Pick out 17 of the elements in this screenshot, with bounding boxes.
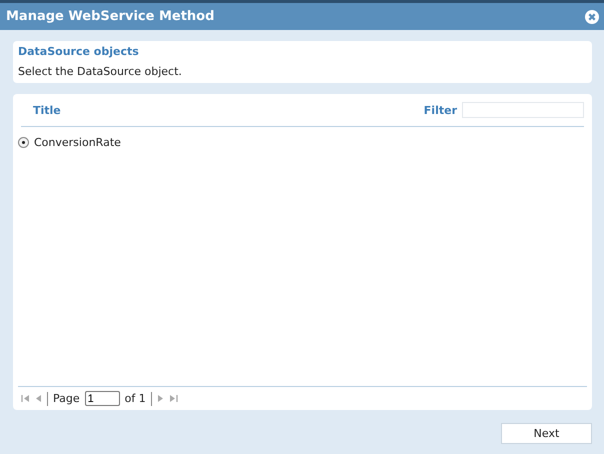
filter-field[interactable]	[462, 102, 584, 118]
filter-label: Filter	[424, 104, 457, 116]
page-field[interactable]: 1	[84, 391, 120, 406]
last-page-icon[interactable]	[168, 394, 178, 403]
page-count: of 1	[124, 392, 146, 405]
next-page-icon[interactable]	[156, 394, 164, 403]
radio-button[interactable]	[18, 137, 29, 148]
page-label: Page	[53, 392, 80, 405]
window-title: Manage WebService Method	[6, 9, 214, 24]
instruction-text: Select the DataSource object.	[18, 65, 183, 78]
next-button[interactable]: Next	[501, 423, 592, 444]
section-heading: DataSource objects	[18, 45, 140, 58]
column-header[interactable]: Title	[33, 104, 424, 116]
first-page-icon[interactable]	[21, 394, 30, 403]
row-title[interactable]: ConversionRate	[34, 136, 121, 149]
previous-page-icon[interactable]	[35, 394, 42, 403]
close-icon[interactable]	[585, 10, 599, 24]
